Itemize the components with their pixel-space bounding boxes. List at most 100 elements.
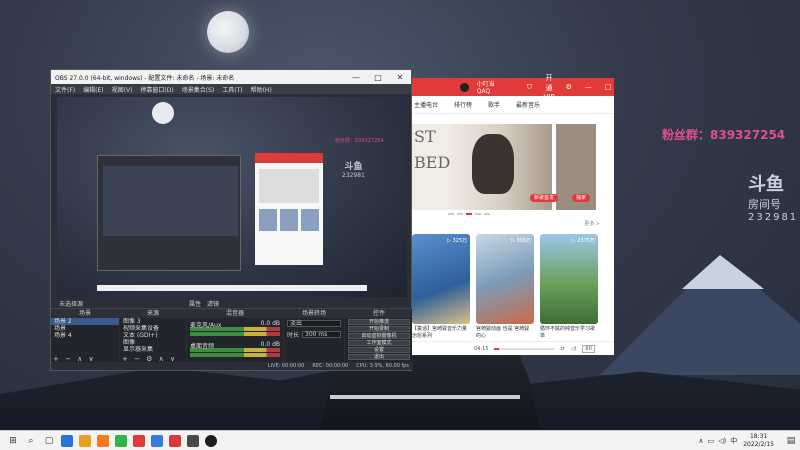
taskbar-app-browser-icon[interactable] bbox=[61, 434, 73, 447]
playlist-caption: 【童话】宫崎骏音乐力量 治愈系列 bbox=[412, 326, 468, 339]
start-virtual-camera-button[interactable]: 启动虚拟摄像机 bbox=[348, 333, 410, 339]
play-count: ▷ 336万 bbox=[511, 238, 531, 244]
volume-slider[interactable] bbox=[190, 332, 280, 336]
taskbar-app-orange-icon[interactable] bbox=[97, 434, 109, 447]
taskbar-app-obs-icon[interactable] bbox=[205, 434, 217, 447]
chevron-up-icon[interactable]: ∧ bbox=[698, 437, 703, 445]
douyu-room-label: 房间号 bbox=[748, 198, 781, 211]
scene-item[interactable]: 场景 4 bbox=[51, 332, 119, 339]
start-recording-button[interactable]: 开始录制 bbox=[348, 326, 410, 332]
source-item[interactable]: 图像 3 bbox=[120, 318, 186, 325]
volume-icon[interactable]: ◁) bbox=[571, 346, 577, 352]
duration-input[interactable]: 300 ms bbox=[302, 331, 341, 338]
mixer-track[interactable]: 麦克风/Aux 0.0 dB bbox=[187, 318, 283, 339]
taskbar-app-music-icon[interactable] bbox=[169, 434, 181, 447]
taskbar-app-red-icon[interactable] bbox=[133, 434, 145, 447]
carousel-dots[interactable] bbox=[448, 213, 490, 215]
mixer-track-name: 桌面音频 bbox=[190, 343, 215, 350]
transition-type-select[interactable]: 淡出 bbox=[287, 320, 341, 327]
tab-radio[interactable]: 主播电台 bbox=[414, 100, 438, 109]
playlist-card[interactable]: ▷ 325万 【童话】宫崎骏音乐力量 治愈系列 bbox=[412, 234, 470, 340]
settings-button[interactable]: 设置 bbox=[348, 347, 410, 353]
obs-source-toolbar: 未选择源 属性 滤镜 bbox=[57, 298, 407, 308]
controls-dock-title: 控件 bbox=[345, 309, 413, 318]
obs-window[interactable]: OBS 27.0.0 (64-bit, windows) - 配置文件: 未命名… bbox=[50, 69, 413, 371]
preview-taskbar bbox=[97, 285, 367, 291]
username[interactable]: 小叮当QAQ bbox=[477, 79, 508, 95]
menu-edit[interactable]: 编辑(E) bbox=[83, 85, 103, 94]
menu-help[interactable]: 帮助(H) bbox=[251, 85, 272, 94]
source-item[interactable]: 视频采集设备 bbox=[120, 325, 186, 332]
transitions-dock: 场景转场 淡出 时长 300 ms bbox=[284, 308, 344, 364]
obs-titlebar[interactable]: OBS 27.0.0 (64-bit, windows) - 配置文件: 未命名… bbox=[51, 70, 411, 84]
volume-icon[interactable]: ◁) bbox=[718, 437, 726, 445]
close-button[interactable]: ✕ bbox=[389, 73, 411, 82]
menu-tools[interactable]: 工具(T) bbox=[222, 85, 242, 94]
menu-scene-collection[interactable]: 场景集合(S) bbox=[182, 85, 215, 94]
banner-artist bbox=[472, 134, 514, 194]
tab-new-music[interactable]: 最新音乐 bbox=[516, 100, 540, 109]
more-link[interactable]: 更多 > bbox=[584, 220, 600, 227]
scenes-dock-title: 场景 bbox=[51, 309, 119, 318]
avatar[interactable] bbox=[460, 82, 469, 92]
menu-file[interactable]: 文件(F) bbox=[55, 85, 75, 94]
mixer-track[interactable]: 桌面音频 0.0 dB bbox=[187, 339, 283, 360]
taskbar-app-media-icon[interactable] bbox=[187, 434, 199, 447]
gear-icon[interactable]: ⚙ bbox=[563, 83, 575, 91]
preview-music-thumbs bbox=[259, 209, 319, 231]
maximize-icon[interactable]: □ bbox=[602, 83, 614, 91]
minimize-icon[interactable]: — bbox=[583, 83, 595, 91]
source-item[interactable]: 图像 bbox=[120, 339, 186, 346]
filters-button[interactable]: 滤镜 bbox=[207, 299, 219, 308]
start-streaming-button[interactable]: 开始推流 bbox=[348, 319, 410, 325]
notification-icon[interactable]: ▤ bbox=[782, 432, 800, 450]
tab-artists[interactable]: 歌手 bbox=[488, 100, 500, 109]
tab-charts[interactable]: 排行榜 bbox=[454, 100, 472, 109]
playlist-card[interactable]: ▷ 336万 宫崎骏动画 也是 宫崎骏的心 bbox=[476, 234, 534, 340]
clock[interactable]: 18:31 2022/2/15 bbox=[743, 433, 774, 449]
maximize-button[interactable]: □ bbox=[367, 73, 389, 82]
transitions-dock-title: 场景转场 bbox=[284, 309, 344, 318]
source-item[interactable]: 文本 (GDI+) bbox=[120, 332, 186, 339]
shuffle-icon[interactable]: ⇄ bbox=[560, 346, 564, 352]
scene-item[interactable]: 场景 2 bbox=[51, 318, 119, 325]
properties-button[interactable]: 属性 bbox=[189, 299, 201, 308]
studio-mode-button[interactable]: 工作室模式 bbox=[348, 340, 410, 346]
network-icon[interactable]: ▭ bbox=[707, 437, 714, 445]
source-item[interactable]: 显示器采集 bbox=[120, 346, 186, 353]
taskbar-app-folder-icon[interactable] bbox=[79, 434, 91, 447]
preview-nested-canvas bbox=[103, 166, 238, 236]
progress-bar[interactable] bbox=[494, 347, 555, 350]
music-app-window[interactable]: 小叮当QAQ ⛉ 开通VIP ⚙ — □ 主播电台 排行榜 歌手 最新音乐 ST… bbox=[412, 74, 614, 355]
start-button[interactable]: ⊞ bbox=[4, 432, 22, 450]
input-language[interactable]: 中 bbox=[730, 436, 737, 446]
obs-preview-canvas[interactable]: 粉丝群：839327254 斗鱼 232981 bbox=[57, 97, 407, 297]
volume-slider[interactable] bbox=[190, 353, 280, 357]
music-banner-carousel[interactable]: ST BED 新歌首发 独家 bbox=[412, 124, 614, 210]
playlist-card[interactable]: ▷ 2375万 循环不腻的纯音乐学习歌单 bbox=[540, 234, 598, 340]
banner-exclusive-tag[interactable]: 独家 bbox=[572, 194, 591, 202]
shield-icon[interactable]: ⛉ bbox=[523, 83, 535, 92]
exit-button[interactable]: 退出 bbox=[348, 354, 410, 360]
vip-badge[interactable]: 开通VIP bbox=[543, 73, 555, 101]
preview-douyu: 斗鱼 232981 bbox=[342, 159, 365, 179]
taskbar-app-blue-icon[interactable] bbox=[151, 434, 163, 447]
taskbar-app-wechat-icon[interactable] bbox=[115, 434, 127, 447]
live-timer: LIVE: 00:00:00 bbox=[267, 363, 305, 369]
scene-item[interactable]: 场景 bbox=[51, 325, 119, 332]
music-nav-tabs: 主播电台 排行榜 歌手 最新音乐 bbox=[412, 96, 614, 114]
play-count: ▷ 325万 bbox=[447, 238, 467, 244]
douyu-watermark: 斗鱼 房间号 232981 bbox=[748, 170, 798, 223]
menu-view[interactable]: 视图(V) bbox=[112, 85, 133, 94]
search-icon[interactable]: ⌕ bbox=[22, 432, 40, 450]
mountain-snowcap bbox=[682, 255, 764, 289]
task-view-icon[interactable]: ▢ bbox=[40, 432, 58, 450]
volume-value[interactable]: 80 bbox=[582, 344, 595, 353]
obs-statusbar: LIVE: 00:00:00 REC: 00:00:00 CPU: 3.9%, … bbox=[51, 362, 413, 370]
obs-window-title: OBS 27.0.0 (64-bit, windows) - 配置文件: 未命名… bbox=[55, 74, 235, 82]
cpu-fps: CPU: 3.9%, 60.00 fps bbox=[356, 363, 409, 369]
menu-docks[interactable]: 停靠窗口(D) bbox=[140, 85, 173, 94]
banner-new-song-tag[interactable]: 新歌首发 bbox=[530, 194, 559, 202]
playback-time: 04:15 bbox=[474, 345, 489, 352]
minimize-button[interactable]: — bbox=[345, 73, 367, 82]
